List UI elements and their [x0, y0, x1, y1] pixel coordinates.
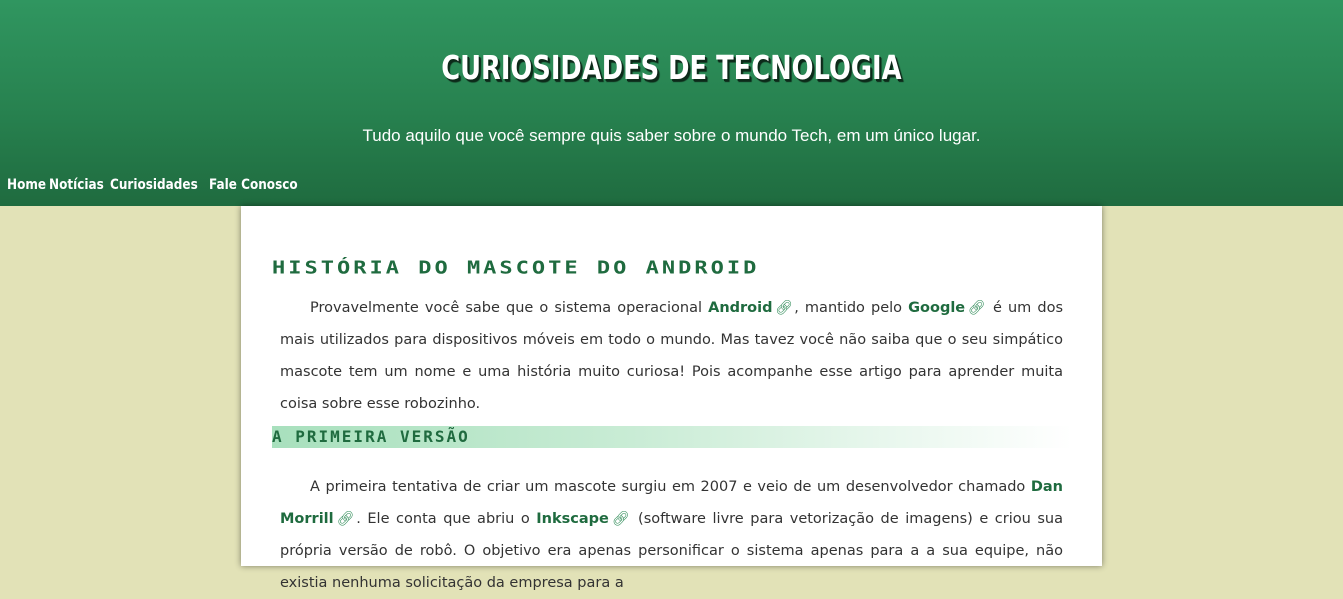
- nav-noticias[interactable]: Notícias: [49, 177, 104, 197]
- external-link-icon: 🔗︎: [773, 300, 795, 316]
- post-title: História do Mascote do Android: [272, 258, 760, 279]
- intro-paragraph: Provavelmente você sabe que o sistema op…: [280, 292, 1063, 420]
- external-link-icon: 🔗︎: [334, 511, 357, 527]
- main-nav: Home Notícias Curiosidades Fale Conosco: [7, 177, 304, 197]
- section-title: A Primeira Versão: [272, 427, 470, 446]
- site-subtitle: Tudo aquilo que você sempre quis saber s…: [362, 126, 981, 145]
- link-android[interactable]: Android: [708, 300, 772, 316]
- link-inkscape[interactable]: Inkscape: [536, 511, 609, 527]
- intro-text-2: , mantido pelo: [794, 300, 909, 316]
- section-heading-band: A Primeira Versão: [272, 426, 1072, 448]
- section-text-2: . Ele conta que abriu o: [356, 511, 537, 527]
- site-header: CURIOSIDADES DE TECNOLOGIA Tudo aquilo q…: [0, 0, 1343, 206]
- nav-fale-conosco[interactable]: Fale Conosco: [209, 177, 298, 197]
- intro-text-3: é um dos mais utilizados para dispositiv…: [280, 300, 1063, 412]
- section-text-1: A primeira tentativa de criar um mascote…: [310, 479, 1031, 495]
- link-google[interactable]: Google: [908, 300, 965, 316]
- section-paragraph: A primeira tentativa de criar um mascote…: [280, 471, 1063, 599]
- nav-curiosidades[interactable]: Curiosidades: [110, 177, 198, 197]
- external-link-icon: 🔗︎: [966, 300, 987, 316]
- article-card: História do Mascote do Android Provavelm…: [241, 206, 1102, 591]
- intro-text-1: Provavelmente você sabe que o sistema op…: [310, 300, 709, 316]
- site-title[interactable]: CURIOSIDADES DE TECNOLOGIA: [148, 48, 1196, 87]
- external-link-icon: 🔗︎: [609, 511, 632, 527]
- nav-home[interactable]: Home: [7, 177, 46, 197]
